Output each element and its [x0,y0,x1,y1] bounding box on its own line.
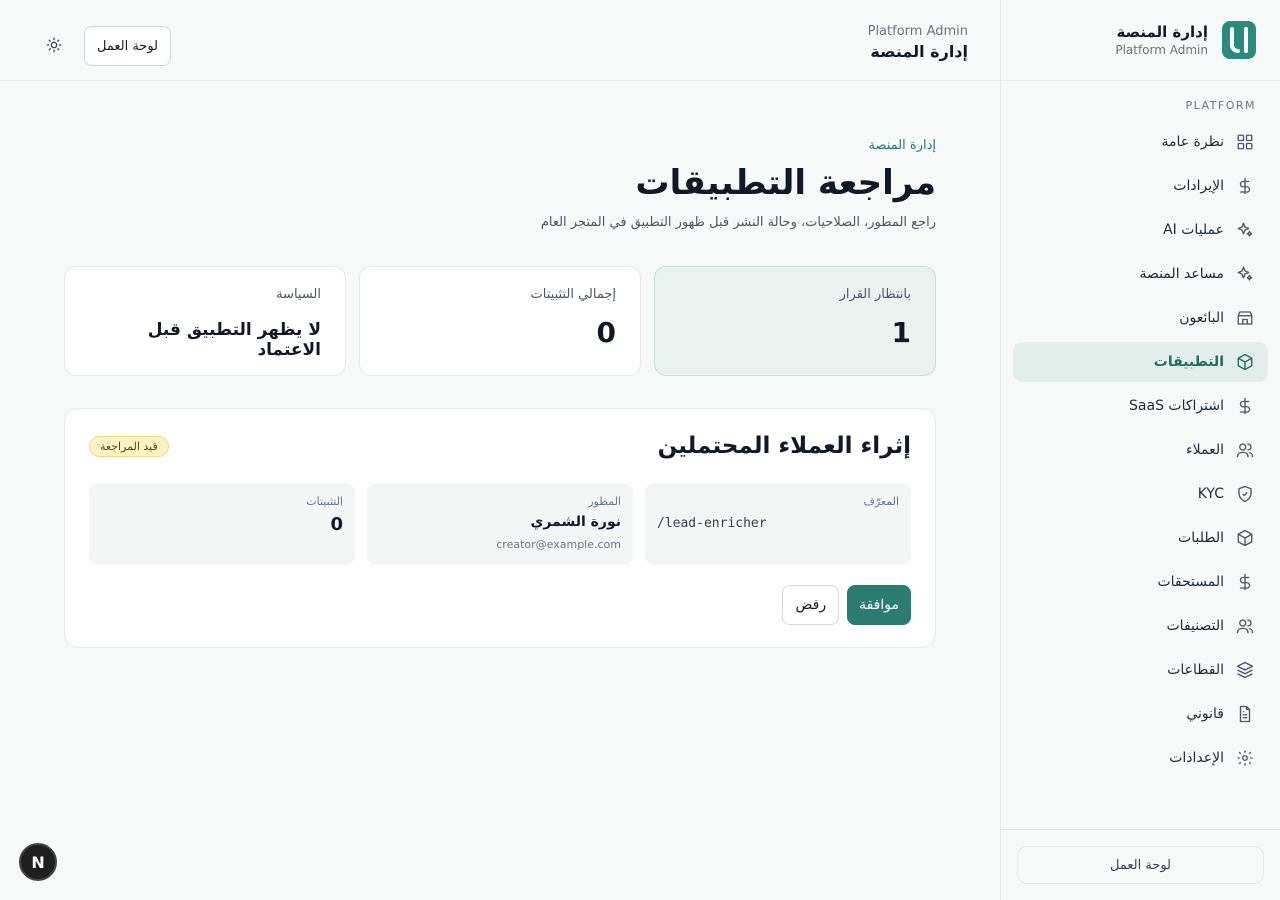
page-description: راجع المطور، الصلاحيات، وحالة النشر قبل … [540,215,936,230]
sidebar-item-overview[interactable]: نظرة عامة [1013,122,1268,162]
store-icon [1236,309,1254,327]
reject-button[interactable]: رفض [782,585,840,625]
sidebar-item-revenue[interactable]: الإيرادات [1013,166,1268,206]
brand-title: إدارة المنصة [1116,23,1208,41]
sidebar-item-settings[interactable]: الإعدادات [1013,738,1268,778]
sidebar-item-label: المستحقات [1157,574,1224,590]
app-identifier: /lead-enricher [657,516,767,531]
stat-value: 1 [891,316,911,349]
sidebar-item-label: الإعدادات [1169,750,1224,766]
sidebar-item-vendors[interactable]: البائعون [1013,298,1268,338]
review-actions: موافقة رفض [89,585,911,625]
sidebar-item-apps[interactable]: التطبيقات [1013,342,1268,382]
developer-email: creator@example.com [496,538,621,551]
field-label: المطور [588,495,621,508]
sidebar-item-assistant[interactable]: مساعد المنصة [1013,254,1268,294]
stat-label: السياسة [276,287,321,302]
sidebar-item-label: القطاعات [1167,662,1224,678]
layers-icon [1236,661,1254,679]
sidebar-item-label: اشتراكات SaaS [1129,398,1224,414]
page-title: مراجعة التطبيقات [635,163,936,203]
main-content: إدارة المنصة مراجعة التطبيقات راجع المطو… [64,81,936,648]
stat-card-pending: بانتظار القرار 1 [654,266,936,376]
field-identifier: المعرّف /lead-enricher [645,483,911,565]
sidebar: إدارة المنصة Platform Admin PLATFORM نظر… [1000,0,1280,900]
sidebar-item-label: نظرة عامة [1161,134,1224,150]
stats-row: بانتظار القرار 1 إجمالي التثبيتات 0 السي… [64,266,936,376]
field-developer: المطور نورة الشمري creator@example.com [367,483,633,565]
sparkles-icon [1236,221,1254,239]
approve-button[interactable]: موافقة [847,585,911,625]
sidebar-item-label: البائعون [1179,310,1224,326]
workspace-button[interactable]: لوحة العمل [84,26,172,66]
sidebar-item-label: التصنيفات [1166,618,1225,634]
brand: إدارة المنصة Platform Admin [1001,0,1280,81]
sidebar-item-label: عمليات AI [1163,222,1224,238]
sidebar-item-saas[interactable]: اشتراكات SaaS [1013,386,1268,426]
dollar-icon [1236,573,1254,591]
sidebar-item-ai-ops[interactable]: عمليات AI [1013,210,1268,250]
sidebar-item-label: التطبيقات [1153,354,1224,370]
stat-card-policy: السياسة لا يظهر التطبيق قبل الاعتماد [64,266,346,376]
status-badge: قيد المراجعة [89,435,169,457]
file-icon [1236,705,1254,723]
dollar-icon [1236,397,1254,415]
sidebar-footer: لوحة العمل [1001,829,1280,900]
field-label: المعرّف [863,495,899,508]
sidebar-item-legal[interactable]: قانوني [1013,694,1268,734]
sidebar-item-label: الطلبات [1178,530,1224,546]
developer-name: نورة الشمري [530,514,621,530]
theme-toggle-button[interactable] [40,33,68,59]
box-icon [1236,529,1254,547]
sidebar-item-categories[interactable]: التصنيفات [1013,606,1268,646]
sparkles-icon [1236,265,1254,283]
app-fields: المعرّف /lead-enricher المطور نورة الشمر… [89,483,911,565]
header-title: إدارة المنصة [870,42,968,61]
grid-icon [1236,133,1254,151]
sidebar-item-payouts[interactable]: المستحقات [1013,562,1268,602]
sidebar-item-kyc[interactable]: KYC [1013,474,1268,514]
users-icon [1236,617,1254,635]
field-label: التثبيتات [306,495,343,508]
stat-value: 0 [596,316,616,349]
users-icon [1236,441,1254,459]
nextjs-dev-badge[interactable]: N [19,843,57,881]
sidebar-item-label: KYC [1197,486,1224,502]
sidebar-item-sectors[interactable]: القطاعات [1013,650,1268,690]
sidebar-item-orders[interactable]: الطلبات [1013,518,1268,558]
gear-icon [1236,749,1254,767]
dollar-icon [1236,177,1254,195]
brand-subtitle: Platform Admin [1115,43,1208,57]
stat-value: لا يظهر التطبيق قبل الاعتماد [147,320,321,360]
nav-section-label: PLATFORM [1185,99,1256,112]
header-titles: Platform Admin إدارة المنصة [868,24,968,61]
sidebar-item-label: الإيرادات [1173,178,1224,194]
field-installs: التثبيتات 0 [89,483,355,565]
sidebar-item-label: مساعد المنصة [1139,266,1224,282]
shield-icon [1236,485,1254,503]
stat-label: إجمالي التثبيتات [530,287,616,302]
sidebar-item-label: العملاء [1186,442,1224,458]
installs-count: 0 [330,514,343,535]
top-header: Platform Admin إدارة المنصة لوحة العمل [0,0,1000,81]
box-icon [1236,353,1254,371]
sidebar-nav: نظرة عامة الإيرادات عمليات AI مساعد المن… [1001,112,1280,778]
stat-label: بانتظار القرار [839,287,911,302]
app-name: إثراء العملاء المحتملين [657,433,911,459]
sidebar-workspace-button[interactable]: لوحة العمل [1017,846,1264,884]
brand-logo [1222,21,1256,59]
stat-card-installs: إجمالي التثبيتات 0 [359,266,641,376]
sidebar-item-label: قانوني [1186,706,1224,722]
sidebar-item-customers[interactable]: العملاء [1013,430,1268,470]
app-review-card: إثراء العملاء المحتملين قيد المراجعة الم… [64,408,936,648]
header-subtitle: Platform Admin [867,24,968,39]
sun-icon [46,37,62,56]
breadcrumb[interactable]: إدارة المنصة [64,138,937,153]
